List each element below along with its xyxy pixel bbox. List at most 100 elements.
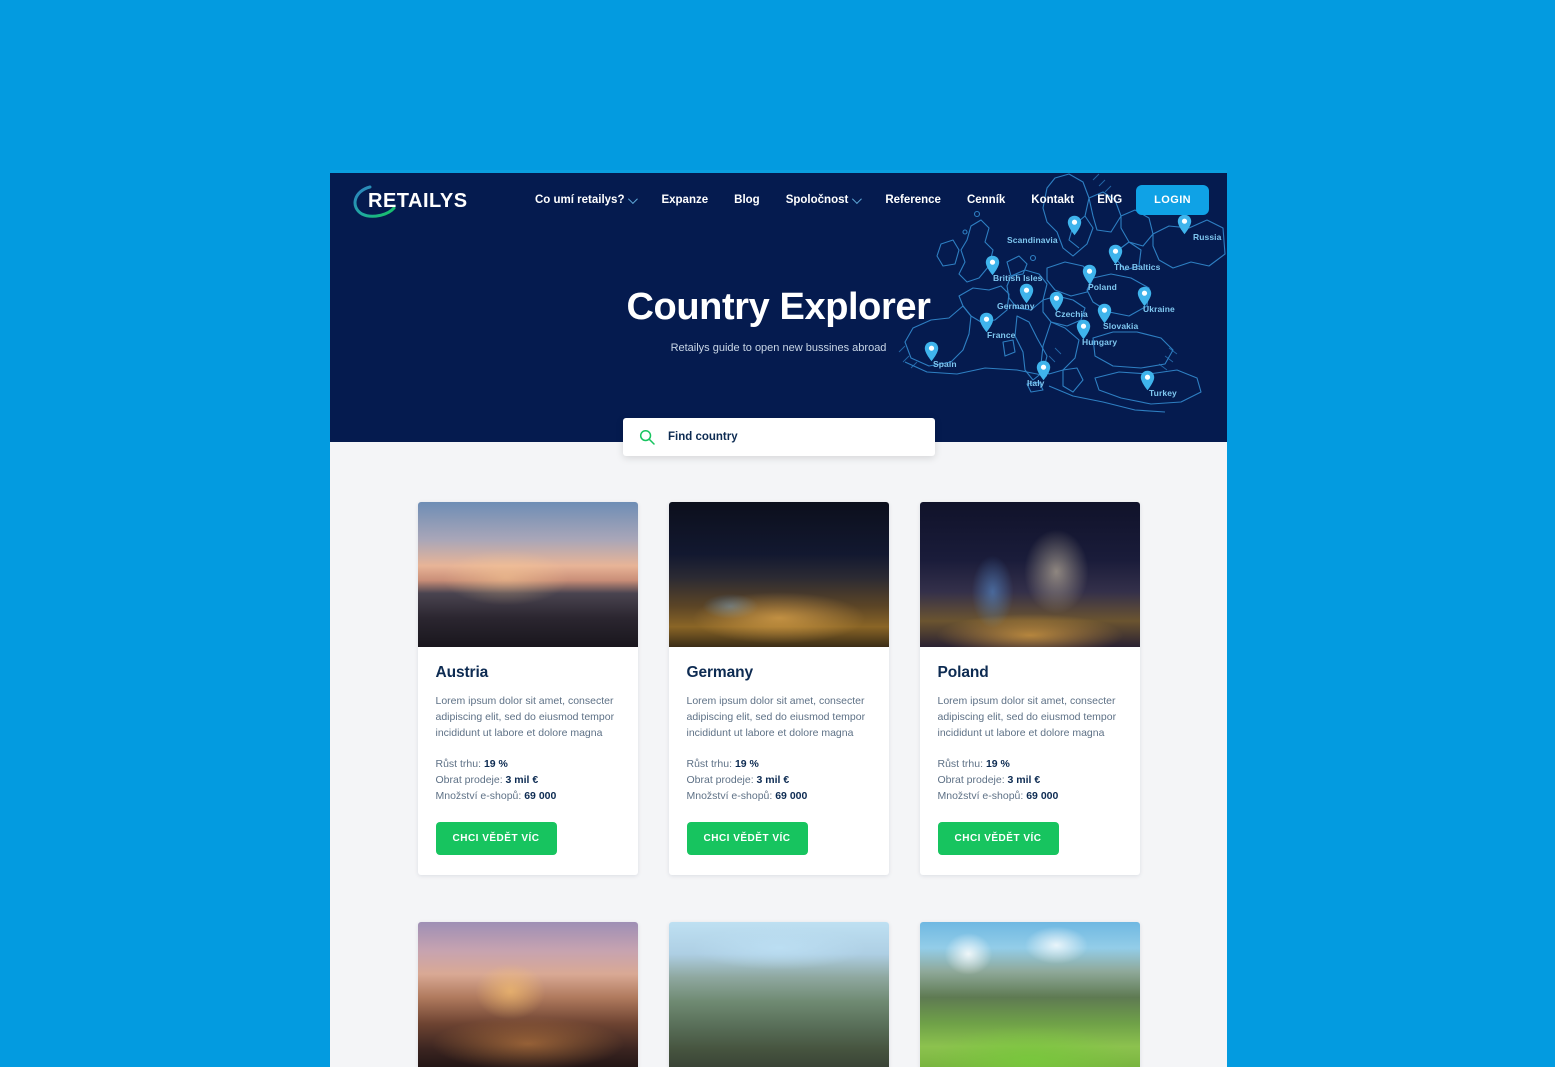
map-pin-british-isles[interactable] — [985, 255, 1000, 276]
country-card-title: Poland — [937, 664, 989, 681]
page-subtitle: Retailys guide to open new bussines abro… — [670, 342, 887, 354]
country-card[interactable]: Germany Lorem ipsum dolor sit amet, conse… — [668, 502, 889, 875]
chevron-down-icon — [628, 193, 639, 204]
nav-link-reference[interactable]: Reference — [885, 194, 941, 206]
nav-link-label: Co umí retailys? — [535, 194, 625, 206]
stat-label-eshops: Množství e-shopů: — [937, 789, 1024, 802]
nav-link-blog[interactable]: Blog — [734, 194, 760, 206]
learn-more-button[interactable]: CHCI VĚDĚT VÍC — [435, 821, 557, 855]
country-card-description: Lorem ipsum dolor sit amet, consecter ad… — [937, 695, 1117, 739]
vienna-skyline-at-sunset — [417, 502, 638, 647]
learn-more-button[interactable]: CHCI VĚDĚT VÍC — [686, 821, 808, 855]
country-card-image — [417, 921, 638, 1067]
country-card-description: Lorem ipsum dolor sit amet, consecter ad… — [686, 695, 866, 739]
map-label-italy: Italy — [1027, 378, 1045, 388]
country-card-stats: Růst trhu: 19 % Obrat prodeje: 3 mil € Mno… — [938, 757, 1122, 805]
learn-more-button[interactable]: CHCI VĚDĚT VÍC — [937, 821, 1059, 855]
country-card-image — [417, 502, 638, 647]
nav-link-label: Cenník — [966, 194, 1006, 206]
stat-turnover: Obrat prodeje: 3 mil € — [687, 773, 871, 789]
retailys-logo[interactable]: RETAILYS — [348, 181, 468, 219]
country-card[interactable]: RomaniaLorem ipsum dolor sit amet, conse… — [919, 921, 1140, 1067]
stat-market-growth: Růst trhu: 19 % — [687, 757, 871, 773]
stat-value-turnover: 3 mil € — [505, 773, 539, 786]
nav-links: Co umí retailys? Expanze Blog Spoločnost Ref… — [535, 193, 1074, 206]
map-label-the-baltics: The Baltics — [1114, 262, 1161, 272]
country-cards-area: Austria Lorem ipsum dolor sit amet, conse… — [330, 442, 1227, 1067]
hero-text-block: Country Explorer Retailys guide to open … — [330, 288, 1227, 354]
stat-eshops: Množství e-shopů: 69 000 — [938, 789, 1122, 805]
country-card[interactable]: Poland Lorem ipsum dolor sit amet, consec… — [919, 502, 1140, 875]
nav-link-label: Expanze — [661, 194, 709, 206]
stat-market-growth: Růst trhu: 19 % — [938, 757, 1122, 773]
logo-wordmark: RETAILYS — [368, 190, 468, 212]
stat-value-growth: 19 % — [734, 757, 759, 770]
country-card-title: Austria — [435, 664, 489, 681]
stat-label-growth: Růst trhu: — [937, 757, 984, 770]
stat-eshops: Množství e-shopů: 69 000 — [436, 789, 620, 805]
rome-vatican-at-dusk — [417, 921, 638, 1067]
nav-link-label: Blog — [734, 194, 760, 206]
stat-value-eshops: 69 000 — [1026, 789, 1059, 802]
language-selector[interactable]: ENG — [1097, 194, 1122, 206]
map-label-russia: Russia — [1193, 232, 1222, 242]
map-label-spain: Spain — [933, 359, 957, 369]
nav-link-label: Kontakt — [1031, 194, 1075, 206]
page-frame: Scandinavia Russia British Isles The Baltic… — [330, 170, 1227, 1067]
map-pin-poland[interactable] — [1082, 264, 1097, 285]
chevron-down-icon — [852, 193, 863, 204]
stat-label-turnover: Obrat prodeje: — [435, 773, 503, 786]
country-card-body: Germany Lorem ipsum dolor sit amet, conse… — [669, 647, 889, 875]
search-icon — [639, 429, 655, 445]
stat-value-eshops: 69 000 — [524, 789, 557, 802]
search-input[interactable] — [668, 431, 908, 443]
map-label-turkey: Turkey — [1149, 388, 1177, 398]
map-label-scandinavia: Scandinavia — [1007, 235, 1058, 245]
nav-link-kontakt[interactable]: Kontakt — [1031, 194, 1074, 206]
stat-label-turnover: Obrat prodeje: — [937, 773, 1005, 786]
nav-link-cenn-k[interactable]: Cenník — [967, 194, 1005, 206]
nav-link-co-um-retailys[interactable]: Co umí retailys? — [535, 193, 639, 206]
country-card-image — [668, 921, 889, 1067]
stat-market-growth: Růst trhu: 19 % — [436, 757, 620, 773]
map-pin-italy[interactable] — [1036, 360, 1051, 381]
map-pin-turkey[interactable] — [1140, 370, 1155, 391]
stat-eshops: Množství e-shopů: 69 000 — [687, 789, 871, 805]
country-card-body: Poland Lorem ipsum dolor sit amet, consec… — [920, 647, 1140, 875]
peles-castle-romania — [919, 921, 1140, 1067]
hero-section: Scandinavia Russia British Isles The Baltic… — [330, 170, 1227, 442]
country-card[interactable]: ItalyLorem ipsum dolor sit amet, consect… — [417, 921, 638, 1067]
nav-link-label: Reference — [885, 194, 941, 206]
card-row: ItalyLorem ipsum dolor sit amet, consect… — [330, 921, 1227, 1067]
country-card-stats: Růst trhu: 19 % Obrat prodeje: 3 mil € Mno… — [436, 757, 620, 805]
map-pin-the-baltics[interactable] — [1108, 244, 1123, 265]
country-card-stats: Růst trhu: 19 % Obrat prodeje: 3 mil € Mno… — [687, 757, 871, 805]
country-card-image — [919, 502, 1140, 647]
stat-turnover: Obrat prodeje: 3 mil € — [436, 773, 620, 789]
stat-label-eshops: Množství e-shopů: — [686, 789, 773, 802]
country-card[interactable]: Austria Lorem ipsum dolor sit amet, conse… — [417, 502, 638, 875]
card-row: Austria Lorem ipsum dolor sit amet, conse… — [330, 502, 1227, 875]
nav-link-label: Spoločnost — [785, 194, 849, 206]
login-button[interactable]: LOGIN — [1136, 185, 1209, 215]
stat-value-growth: 19 % — [985, 757, 1010, 770]
stat-value-turnover: 3 mil € — [1007, 773, 1041, 786]
search-box[interactable] — [623, 418, 935, 456]
country-card-image — [668, 502, 889, 647]
stat-turnover: Obrat prodeje: 3 mil € — [938, 773, 1122, 789]
stat-label-turnover: Obrat prodeje: — [686, 773, 754, 786]
nav-link-spolo-nost[interactable]: Spoločnost — [785, 193, 863, 206]
stat-label-eshops: Množství e-shopů: — [435, 789, 522, 802]
warsaw-skyline-at-night — [919, 502, 1140, 647]
stat-value-growth: 19 % — [483, 757, 508, 770]
stat-label-growth: Růst trhu: — [435, 757, 482, 770]
country-card[interactable]: United KingdomLorem ipsum dolor sit amet… — [668, 921, 889, 1067]
navbar: RETAILYS Co umí retailys? Expanze Blog Spol… — [330, 170, 1227, 230]
stat-label-growth: Růst trhu: — [686, 757, 733, 770]
country-card-description: Lorem ipsum dolor sit amet, consecter ad… — [435, 695, 615, 739]
country-card-body: Austria Lorem ipsum dolor sit amet, conse… — [418, 647, 638, 875]
country-card-image — [919, 921, 1140, 1067]
page-title: Country Explorer — [626, 286, 931, 328]
stat-value-eshops: 69 000 — [775, 789, 808, 802]
nav-link-expanze[interactable]: Expanze — [661, 194, 708, 206]
